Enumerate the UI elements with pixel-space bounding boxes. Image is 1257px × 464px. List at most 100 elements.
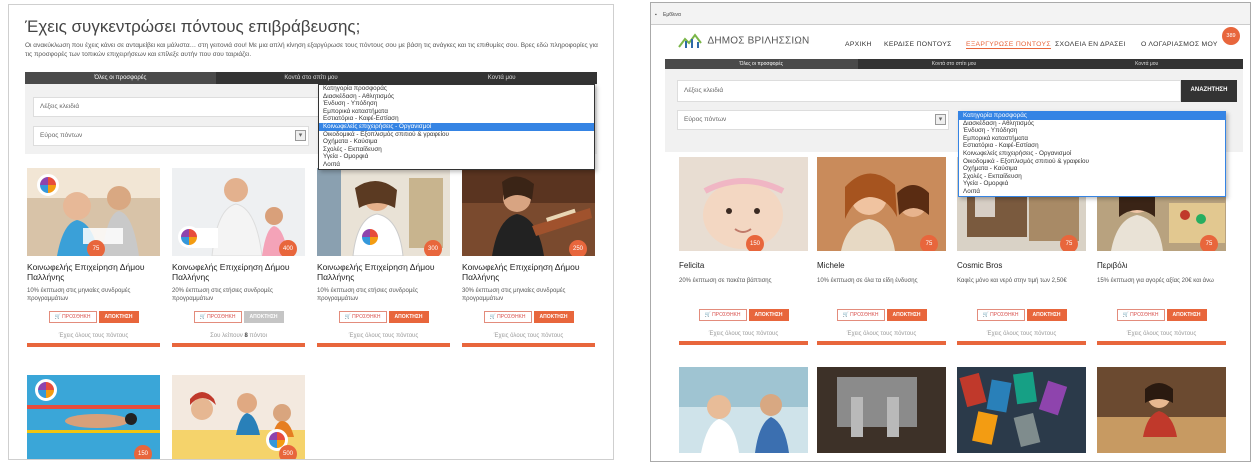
redeem-button[interactable]: ΑΠΟΚΤΗΣΗ [388, 311, 429, 323]
offer-image: 300 [317, 168, 450, 256]
partner-logo-icon [359, 226, 381, 248]
keywords-input[interactable]: Λέξεις κλειδιά [677, 80, 1181, 102]
cart-icon: 🛒 [704, 312, 711, 318]
nav-schools[interactable]: ΣΧΟΛΕΙΑ ΕΝ ΔΡΑΣΕΙ [1055, 41, 1126, 48]
offer-card: 500 [172, 375, 305, 459]
business-name: Περιβόλι [1097, 261, 1128, 270]
dropdown-option[interactable]: Κατηγορία προσφοράς [959, 112, 1225, 120]
dropdown-option[interactable]: Ένδυση - Υπόδηση [319, 100, 594, 108]
search-button[interactable]: ΑΝΑΖΗΤΗΣΗ [1181, 80, 1237, 102]
add-to-cart-button[interactable]: 🛒 ΠΡΟΣΘΗΚΗ [698, 309, 747, 321]
offer-image: 250 [462, 168, 595, 256]
tab-near-me[interactable]: Κοντά μου [406, 72, 597, 84]
offer-description: 30% έκπτωση στις μηνιαίες συνδρομές προγ… [462, 288, 566, 302]
points-range-label: Εύρος πόντων [40, 132, 83, 139]
chevron-down-icon: ▾ [935, 114, 946, 125]
redeem-button-disabled[interactable]: ΑΠΟΚΤΗΣΗ [243, 311, 284, 323]
add-to-cart-button[interactable]: 🛒 ΠΡΟΣΘΗΚΗ [193, 311, 242, 323]
tab-near-home[interactable]: Κοντά στο σπίτι μου [216, 72, 407, 84]
add-to-cart-button[interactable]: 🛒 ΠΡΟΣΘΗΚΗ [1116, 309, 1165, 321]
add-to-cart-button[interactable]: 🛒 ΠΡΟΣΘΗΚΗ [338, 311, 387, 323]
offer-description: 10% έκπτωση σε όλα τα είδη ένδυσης [817, 278, 918, 284]
cart-icon: 🛒 [199, 314, 206, 320]
business-name: Felicita [679, 261, 705, 270]
offer-image: 75 [817, 157, 946, 251]
cart-label: ΠΡΟΣΘΗΚΗ [850, 312, 879, 318]
nav-redeem-points[interactable]: ΕΞΑΡΓΥΡΩΣΕ ΠΟΝΤΟΥΣ [966, 41, 1051, 49]
dropdown-option[interactable]: Οχήματα - Καύσιμα [959, 165, 1225, 173]
nav-earn-points[interactable]: ΚΕΡΔΙΣΕ ΠΟΝΤΟΥΣ [884, 41, 952, 48]
business-name: Κοινωφελής Επιχείρηση Δήμου Παλλήνης [462, 262, 580, 282]
dropdown-option[interactable]: Ένδυση - Υπόδηση [959, 127, 1225, 135]
offer-card: 150 [27, 375, 160, 459]
tab-near-me[interactable]: Κοντά μου [1050, 59, 1243, 69]
add-to-cart-button[interactable]: 🛒 ΠΡΟΣΘΗΚΗ [483, 311, 532, 323]
offer-card: 75 Κοινωφελής Επιχείρηση Δήμου Παλλήνης … [27, 168, 160, 347]
redeem-button[interactable]: ΑΠΟΚΤΗΣΗ [886, 309, 927, 321]
offer-card: 250 Κοινωφελής Επιχείρηση Δήμου Παλλήνης… [462, 168, 595, 347]
points-status: Έχεις όλους τους πόντους [493, 333, 564, 339]
dropdown-option[interactable]: Υγεία - Ομορφιά [319, 153, 594, 161]
dropdown-option[interactable]: Εστιατόρια - Καφέ-Εστίαση [959, 142, 1225, 150]
dropdown-option[interactable]: Κατηγορία προσφοράς [319, 85, 594, 93]
dropdown-option[interactable]: Υγεία - Ομορφιά [959, 180, 1225, 188]
add-to-cart-button[interactable]: 🛒 ΠΡΟΣΘΗΚΗ [976, 309, 1025, 321]
offer-description: 20% έκπτωση σε πακέτα βάπτισης [679, 278, 772, 284]
chevron-down-icon: ▾ [295, 130, 306, 141]
points-badge: 150 [746, 235, 764, 251]
category-dropdown[interactable]: Κατηγορία προσφοράς Διασκέδαση - Αθλητισμ… [958, 111, 1226, 197]
add-to-cart-button[interactable]: 🛒 ΠΡΟΣΘΗΚΗ [836, 309, 885, 321]
offer-image [957, 367, 1086, 453]
offer-tabs: Όλες οι προσφορές Κοντά στο σπίτι μου Κο… [25, 72, 597, 84]
dropdown-option[interactable]: Κοινωφελείς επιχειρήσεις - Οργανισμοί [319, 122, 594, 131]
points-range-select[interactable]: Εύρος πόντων ▾ [33, 126, 309, 146]
offer-image [1097, 367, 1226, 453]
offer-card: 300 Κοινωφελής Επιχείρηση Δήμου Παλλήνης… [317, 168, 450, 347]
points-badge: 75 [1060, 235, 1078, 251]
offer-image: 500 [172, 375, 305, 459]
dropdown-option[interactable]: Εστιατόρια - Καφέ-Εστίαση [319, 115, 594, 123]
offer-image [817, 367, 946, 453]
dropdown-option[interactable]: Οχήματα - Καύσιμα [319, 138, 594, 146]
dropdown-option[interactable]: Κοινωφελείς επιχειρήσεις - Οργανισμοί [959, 150, 1225, 158]
offer-card: 400 Κοινωφελής Επιχείρηση Δήμου Παλλήνης… [172, 168, 305, 347]
tab-near-home[interactable]: Κοντά στο σπίτι μου [858, 59, 1051, 69]
nav-my-account[interactable]: Ο ΛΟΓΑΡΙΑΣΜΟΣ ΜΟΥ [1141, 41, 1218, 48]
points-badge: 300 [424, 240, 442, 256]
right-screenshot: ▪ Εμθλινα ΔΗΜΟΣ ΒΡΙΛΗΣΣΙΩΝ ΑΡΧΙΚΗ ΚΕΡΔΙΣ… [650, 2, 1251, 462]
points-status: Έχεις όλους τους πόντους [348, 333, 419, 339]
dropdown-option[interactable]: Λοιπά [959, 188, 1225, 196]
site-logo[interactable]: ΔΗΜΟΣ ΒΡΙΛΗΣΣΙΩΝ [677, 33, 809, 49]
business-name: Michele [817, 261, 845, 270]
add-to-cart-button[interactable]: 🛒 ΠΡΟΣΘΗΚΗ [48, 311, 97, 323]
redeem-button[interactable]: ΑΠΟΚΤΗΣΗ [1026, 309, 1067, 321]
missing-unit: πόντοι [249, 333, 267, 339]
points-badge: 250 [569, 240, 587, 256]
redeem-button[interactable]: ΑΠΟΚΤΗΣΗ [98, 311, 139, 323]
tab-all-offers[interactable]: Όλες οι προσφορές [25, 72, 216, 84]
business-name: Cosmic Bros [957, 261, 1003, 270]
cart-label: ΠΡΟΣΘΗΚΗ [1130, 312, 1159, 318]
offer-card: 75 Michele 10% έκπτωση σε όλα τα είδη έν… [817, 157, 946, 345]
category-dropdown[interactable]: Κατηγορία προσφοράς Διασκέδαση - Αθλητισμ… [318, 84, 595, 170]
redeem-button[interactable]: ΑΠΟΚΤΗΣΗ [1166, 309, 1207, 321]
business-name: Κοινωφελής Επιχείρηση Δήμου Παλλήνης [317, 262, 435, 282]
left-screenshot: Έχεις συγκεντρώσει πόντους επιβράβευσης;… [8, 4, 614, 460]
offer-description: 10% έκπτωση στις ετήσιες συνδρομές προγρ… [317, 288, 418, 302]
business-name: Κοινωφελής Επιχείρηση Δήμου Παλλήνης [27, 262, 145, 282]
menu-item[interactable]: Εμθλινα [663, 12, 681, 18]
missing-label: Σου λείπουν [210, 333, 243, 339]
window-control-icon[interactable]: ▪ [655, 12, 657, 18]
points-range-select[interactable]: Εύρος πόντων ▾ [677, 110, 949, 130]
offer-image: 150 [679, 157, 808, 251]
tab-all-offers[interactable]: Όλες οι προσφορές [665, 59, 858, 69]
nav-home[interactable]: ΑΡΧΙΚΗ [845, 41, 872, 48]
points-range-label: Εύρος πόντων [684, 116, 727, 123]
points-badge: 150 [134, 445, 152, 459]
cart-icon: 🛒 [982, 312, 989, 318]
redeem-button[interactable]: ΑΠΟΚΤΗΣΗ [533, 311, 574, 323]
redeem-button[interactable]: ΑΠΟΚΤΗΣΗ [748, 309, 789, 321]
dropdown-option[interactable]: Λοιπά [319, 161, 594, 169]
points-status: Έχεις όλους τους πόντους [986, 331, 1057, 337]
keywords-input[interactable]: Λέξεις κλειδιά [33, 97, 325, 117]
